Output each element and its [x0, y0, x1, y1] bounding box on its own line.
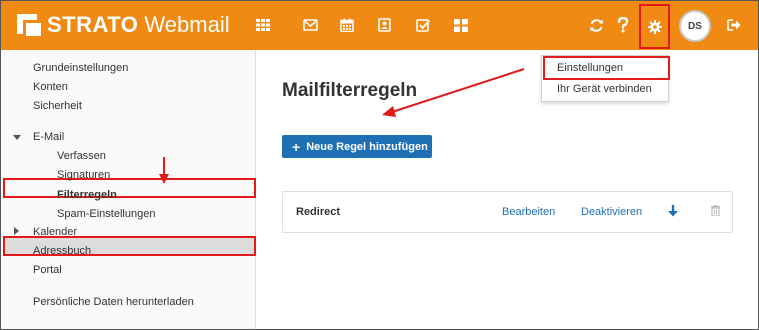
sidebar-item-email[interactable]: E-Mail	[33, 131, 64, 143]
rule-name: Redirect	[296, 206, 341, 218]
sidebar-item-portal[interactable]: Portal	[33, 264, 62, 276]
page-title: Mailfilterregeln	[282, 80, 418, 101]
plus-icon: +	[292, 138, 301, 155]
sidebar-item-filterregeln[interactable]: Filterregeln	[57, 189, 117, 201]
sidebar-item-spam-einstellungen[interactable]: Spam-Einstellungen	[57, 208, 155, 220]
add-rule-button[interactable]: + Neue Regel hinzufügen	[282, 135, 432, 158]
settings-button[interactable]	[639, 4, 670, 49]
settings-sidebar: Grundeinstellungen Konten Sicherheit E-M…	[1, 50, 256, 329]
move-down-icon[interactable]	[668, 205, 678, 217]
deactivate-rule-link[interactable]: Deaktivieren	[581, 206, 642, 218]
expanded-caret-icon[interactable]	[13, 135, 21, 140]
logo-mark-icon	[17, 14, 41, 36]
trash-icon[interactable]	[711, 205, 720, 216]
logout-icon[interactable]	[725, 15, 743, 35]
top-bar: STRATO Webmail DS	[1, 1, 758, 50]
sidebar-item-adressbuch[interactable]: Adressbuch	[33, 245, 91, 257]
gear-icon	[647, 19, 662, 34]
apps-grid-icon[interactable]	[254, 15, 272, 35]
edit-rule-link[interactable]: Bearbeiten	[502, 206, 555, 218]
sidebar-item-konten[interactable]: Konten	[33, 81, 68, 93]
strato-logo[interactable]: STRATO Webmail	[17, 12, 230, 38]
calendar-icon[interactable]	[338, 15, 356, 35]
mail-icon[interactable]	[301, 15, 319, 35]
tasks-icon[interactable]	[414, 15, 432, 35]
help-icon[interactable]	[614, 15, 632, 35]
sidebar-item-kalender[interactable]: Kalender	[33, 226, 77, 238]
rule-row: Redirect Bearbeiten Deaktivieren	[282, 191, 733, 233]
settings-dropdown-menu: Einstellungen Ihr Gerät verbinden	[541, 55, 670, 102]
menu-item-einstellungen[interactable]: Einstellungen	[557, 62, 623, 74]
widgets-icon[interactable]	[452, 15, 470, 35]
contacts-icon[interactable]	[375, 15, 393, 35]
sidebar-item-grundeinstellungen[interactable]: Grundeinstellungen	[33, 62, 128, 74]
logo-product: Webmail	[144, 12, 230, 37]
refresh-icon[interactable]	[587, 15, 605, 35]
email-highlight-box	[3, 178, 256, 198]
add-rule-label: Neue Regel hinzufügen	[306, 140, 428, 153]
sidebar-item-signaturen[interactable]: Signaturen	[57, 169, 110, 181]
sidebar-item-verfassen[interactable]: Verfassen	[57, 150, 106, 162]
logo-brand: STRATO	[47, 12, 139, 37]
sidebar-item-sicherheit[interactable]: Sicherheit	[33, 100, 82, 112]
collapsed-caret-icon[interactable]	[14, 227, 19, 235]
avatar[interactable]: DS	[679, 10, 711, 42]
sidebar-item-daten-herunterladen[interactable]: Persönliche Daten herunterladen	[33, 296, 194, 308]
menu-item-geraet-verbinden[interactable]: Ihr Gerät verbinden	[557, 83, 652, 95]
